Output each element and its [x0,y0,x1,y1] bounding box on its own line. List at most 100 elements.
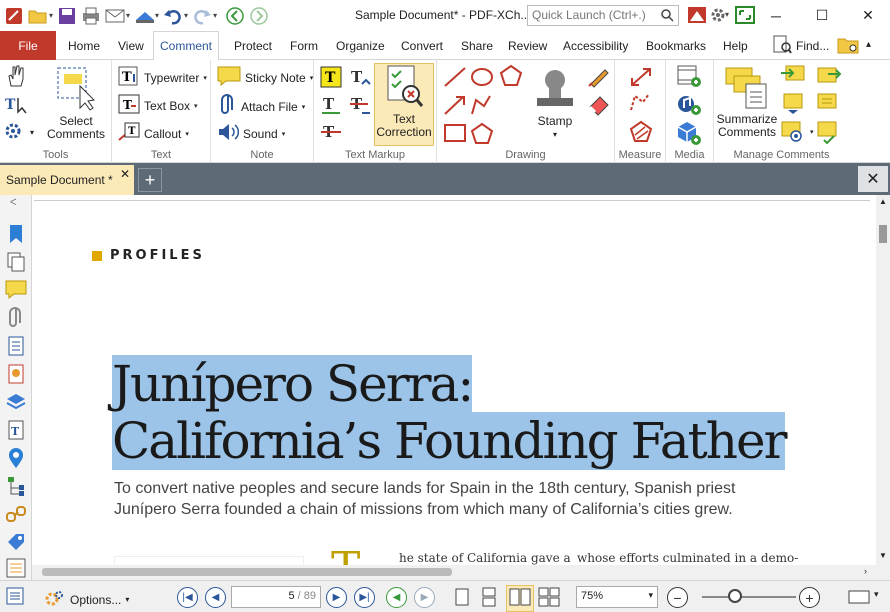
zoom-tool-icon[interactable]: ▾ [4,122,34,142]
replace-text-icon[interactable]: T [348,94,372,116]
close-window-button[interactable]: ✕ [845,0,890,31]
open-folder-icon[interactable] [28,6,48,26]
flatten-comments-icon[interactable] [780,92,806,114]
zoom-in-button[interactable]: + [799,587,820,608]
status-bar-menu-icon[interactable] [6,587,24,608]
scroll-right-icon[interactable]: › [864,566,867,576]
strikeout-text-icon[interactable]: T [320,122,344,144]
comment-styles-icon[interactable] [816,92,842,114]
tab-home[interactable]: Home [62,31,106,60]
tab-protect[interactable]: Protect [228,31,278,60]
underline-text-icon[interactable]: T [320,94,344,116]
perimeter-icon[interactable] [629,92,653,114]
links-icon[interactable] [5,503,27,525]
area-icon[interactable] [629,120,653,144]
next-page-button[interactable]: ▶ [326,587,347,608]
new-tab-button[interactable]: + [138,168,162,192]
minimize-button[interactable]: ─ [753,0,799,31]
attach-file-button[interactable]: Attach File ▾ [219,94,305,119]
document-tab[interactable]: Sample Document * ✕ [0,165,134,195]
pages-icon[interactable] [5,251,27,273]
tab-share[interactable]: Share [455,31,499,60]
tab-view[interactable]: View [112,31,150,60]
tab-organize[interactable]: Organize [330,31,391,60]
select-text-icon[interactable]: T [4,94,30,114]
tab-convert[interactable]: Convert [395,31,449,60]
redo-icon[interactable] [192,6,212,26]
3d-model-icon[interactable] [676,120,702,146]
zoom-slider[interactable] [702,596,796,598]
destinations-icon[interactable] [5,447,27,469]
vertical-scroll-thumb[interactable] [879,225,887,243]
fullscreen-icon[interactable] [735,5,755,25]
file-tab[interactable]: File [0,31,56,60]
scan-icon[interactable] [134,6,155,26]
video-icon[interactable] [676,64,702,88]
pentagon-icon[interactable] [470,122,494,144]
tags-icon[interactable] [5,531,27,553]
content-icon[interactable]: T [5,419,27,441]
polygon-icon[interactable] [499,64,523,88]
email-dropdown-icon[interactable]: ▾ [126,11,130,20]
continuous-page-icon[interactable] [480,587,498,610]
vertical-scrollbar[interactable]: ▲ ▼ [876,195,890,565]
scroll-down-icon[interactable]: ▼ [879,551,887,560]
previous-page-button[interactable]: ◀ [205,587,226,608]
quick-launch-input[interactable]: Quick Launch (Ctrl+.) [527,5,679,26]
collapse-ribbon-icon[interactable]: ▴ [866,39,871,50]
back-icon[interactable] [225,6,245,26]
save-icon[interactable] [57,6,77,26]
articles-icon[interactable] [5,557,27,579]
page-number-input[interactable]: 5 / 89 [231,586,321,608]
highlight-text-icon[interactable]: T [320,66,344,88]
zoom-select[interactable]: 75% ▾ [576,586,658,608]
properties-icon[interactable] [5,335,27,357]
last-page-button[interactable]: ▶| [354,587,375,608]
options-button[interactable]: Options... ▾ [44,589,129,610]
tab-help[interactable]: Help [717,31,754,60]
select-comments-button[interactable]: Select Comments [45,64,107,141]
email-icon[interactable] [105,6,125,26]
tab-form[interactable]: Form [284,31,324,60]
document-view[interactable]: PROFILES Junípero Serra: California’s Fo… [32,195,876,565]
polyline-icon[interactable] [470,94,494,116]
comments-list-icon[interactable] [816,120,842,144]
print-icon[interactable] [81,6,101,26]
sound-button[interactable]: Sound ▾ [217,122,285,145]
text-box-button[interactable]: T Text Box ▾ [118,94,198,117]
open-dropdown-icon[interactable]: ▾ [49,11,53,20]
typewriter-button[interactable]: T Typewriter ▾ [118,66,207,89]
sidebar-collapse-icon[interactable]: ᐸ [10,197,17,208]
folder-search-icon[interactable] [837,34,861,59]
line-icon[interactable] [443,66,467,88]
sticky-note-button[interactable]: Sticky Note ▾ [217,66,313,89]
horizontal-scroll-thumb[interactable] [42,568,452,576]
layers-icon[interactable] [5,391,27,413]
zoom-out-button[interactable]: − [667,587,688,608]
rectangle-icon[interactable] [443,122,467,144]
single-page-icon[interactable] [453,587,471,610]
export-comments-icon[interactable] [816,64,842,86]
tab-comment[interactable]: Comment [153,31,220,61]
scroll-up-icon[interactable]: ▲ [879,197,887,206]
comments-panel-icon[interactable] [5,279,27,301]
summarize-comments-button[interactable]: Summarize Comments [714,64,780,139]
redo-dropdown-icon[interactable]: ▾ [213,11,217,20]
import-comments-icon[interactable] [780,64,806,86]
fit-width-icon[interactable] [848,589,870,608]
ellipse-icon[interactable] [470,66,494,88]
distance-icon[interactable] [629,66,653,88]
horizontal-scrollbar[interactable]: › [32,565,876,579]
tab-accessibility[interactable]: Accessibility [557,31,634,60]
facing-pages-icon[interactable] [506,585,534,612]
facing-continuous-icon[interactable] [537,587,561,610]
customize-dropdown-icon[interactable]: ▾ [725,10,729,19]
callout-button[interactable]: T Callout ▾ [118,122,189,145]
arrow-icon[interactable] [443,94,467,116]
signatures-icon[interactable] [5,363,27,385]
maximize-button[interactable]: ☐ [799,0,845,31]
insert-text-icon[interactable]: T [348,66,372,88]
audio-icon[interactable] [676,92,702,116]
tab-bookmarks[interactable]: Bookmarks [640,31,712,60]
undo-icon[interactable] [163,6,183,26]
